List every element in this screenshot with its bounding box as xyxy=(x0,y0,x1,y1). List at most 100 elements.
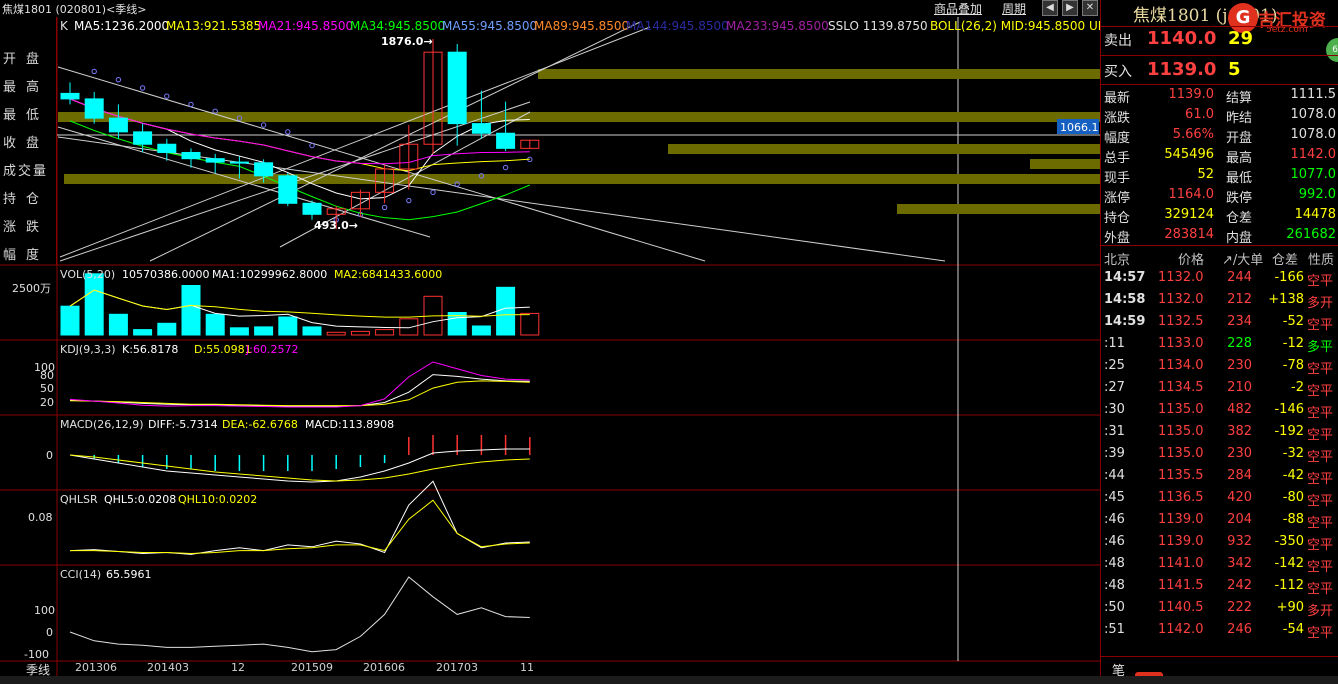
kdj-j-line xyxy=(69,361,530,408)
stat-value: 1077.0 xyxy=(1290,167,1337,182)
x-label: 201606 xyxy=(363,661,405,674)
volume-bar xyxy=(520,312,540,336)
trade-row[interactable]: :27 1134.5 210 -2 空平 xyxy=(1102,380,1338,402)
kdj-tick-50: 50 xyxy=(40,382,54,395)
trade-oi-change: -54 xyxy=(1282,622,1304,637)
trade-oi-change: -52 xyxy=(1282,314,1304,329)
volume-bar xyxy=(157,322,177,336)
trade-price: 1135.5 xyxy=(1158,468,1204,483)
candle-body xyxy=(181,151,201,160)
trade-type: 空平 xyxy=(1307,560,1334,575)
sell-label: 卖出 xyxy=(1104,33,1132,49)
trade-time: :25 xyxy=(1104,358,1125,373)
macd-dea-line xyxy=(69,454,530,482)
trade-type: 空平 xyxy=(1307,626,1334,641)
divider xyxy=(1100,26,1338,27)
macd-diff-line xyxy=(69,448,530,483)
trade-row[interactable]: :48 1141.5 242 -112 空平 xyxy=(1102,578,1338,600)
trade-price: 1141.5 xyxy=(1158,578,1204,593)
macd-diff: DIFF:-5.7314 xyxy=(148,418,218,431)
volume-bar xyxy=(302,326,322,336)
menu-period[interactable]: 周期 xyxy=(1002,0,1026,17)
trade-row[interactable]: 14:58 1132.0 212 +138 多开 xyxy=(1102,292,1338,314)
volume-bar xyxy=(326,331,346,336)
trade-time: :44 xyxy=(1104,468,1125,483)
trade-time: :30 xyxy=(1104,402,1125,417)
candle-body xyxy=(254,162,274,177)
trade-time: :48 xyxy=(1104,578,1125,593)
menu-commodity-overlay[interactable]: 商品叠加 xyxy=(934,0,982,17)
ma144-label: MA144:945.8500 xyxy=(626,19,729,33)
trade-type: 空平 xyxy=(1307,538,1334,553)
next-button[interactable]: ▶ xyxy=(1062,0,1078,16)
trade-price: 1141.0 xyxy=(1158,556,1204,571)
qhlsr-qhl5: QHL5:0.0208 xyxy=(104,493,176,506)
kline-chart[interactable]: K MA5:1236.2000 MA13:921.5385 MA21:945.8… xyxy=(0,17,1100,676)
stat-label: 内盘 xyxy=(1226,231,1253,246)
trade-row[interactable]: 14:59 1132.5 234 -52 空平 xyxy=(1102,314,1338,336)
trades-header-price: 价格 xyxy=(1178,253,1205,268)
trade-row[interactable]: :46 1139.0 932 -350 空平 xyxy=(1102,534,1338,556)
trade-price: 1135.0 xyxy=(1158,446,1204,461)
trade-row[interactable]: :48 1141.0 342 -142 空平 xyxy=(1102,556,1338,578)
cci-title: CCI(14) xyxy=(60,568,101,581)
trade-volume: 382 xyxy=(1227,424,1252,439)
stat-value: 992.0 xyxy=(1298,187,1336,202)
trade-time: :48 xyxy=(1104,556,1125,571)
trade-type: 空平 xyxy=(1307,274,1334,289)
vol-ma1: MA1:10299962.8000 xyxy=(212,268,327,281)
trade-price: 1136.5 xyxy=(1158,490,1204,505)
volume-bar xyxy=(133,329,153,336)
trade-row[interactable]: :44 1135.5 284 -42 空平 xyxy=(1102,468,1338,490)
stat-value: 545496 xyxy=(1164,147,1214,162)
trade-row[interactable]: :39 1135.0 230 -32 空平 xyxy=(1102,446,1338,468)
trade-price: 1142.0 xyxy=(1158,622,1204,637)
trade-row[interactable]: :45 1136.5 420 -80 空平 xyxy=(1102,490,1338,512)
volume-bar xyxy=(399,318,419,336)
close-button[interactable]: ✕ xyxy=(1082,0,1098,16)
volume-bar xyxy=(229,327,249,336)
sar-dot xyxy=(406,197,412,204)
trade-row[interactable]: 14:57 1132.0 244 -166 空平 xyxy=(1102,270,1338,292)
x-label: 11 xyxy=(520,661,534,674)
pressure-bands xyxy=(58,69,1100,214)
trade-oi-change: -42 xyxy=(1282,468,1304,483)
trade-row[interactable]: :25 1134.0 230 -78 空平 xyxy=(1102,358,1338,380)
candle-body xyxy=(471,123,491,134)
buy-volume: 5 xyxy=(1228,59,1241,80)
stat-value: 1078.0 xyxy=(1290,127,1337,142)
candle-body xyxy=(133,131,153,145)
window-title: 焦煤1801 (020801)<季线> xyxy=(2,3,147,16)
trade-row[interactable]: :31 1135.0 382 -192 空平 xyxy=(1102,424,1338,446)
trade-time: :51 xyxy=(1104,622,1125,637)
kdj-d-line xyxy=(69,380,530,407)
macd-bars xyxy=(69,435,531,483)
ma21-label: MA21:945.8500 xyxy=(258,19,353,33)
cci-tick-0: 0 xyxy=(46,626,53,639)
volume-bar xyxy=(60,305,80,336)
trade-row[interactable]: :30 1135.0 482 -146 空平 xyxy=(1102,402,1338,424)
sar-dot xyxy=(188,101,194,108)
trade-price: 1140.5 xyxy=(1158,600,1204,615)
candle-body xyxy=(447,51,467,125)
trade-volume: 246 xyxy=(1227,622,1252,637)
trade-row[interactable]: :46 1139.0 204 -88 空平 xyxy=(1102,512,1338,534)
trade-type: 空平 xyxy=(1307,494,1334,509)
stat-label: 涨停 xyxy=(1104,191,1131,206)
macd-tick-0: 0 xyxy=(46,449,53,462)
ma233-label: MA233:945.8500 xyxy=(726,19,829,33)
high-annotation: 1876.0→ xyxy=(381,35,433,48)
trade-row[interactable]: :50 1140.5 222 +90 多开 xyxy=(1102,600,1338,622)
ma5-label: MA5:1236.2000 xyxy=(74,19,169,33)
candle-body xyxy=(278,175,298,204)
trade-oi-change: -146 xyxy=(1274,402,1304,417)
candle-body xyxy=(157,143,177,153)
price-band xyxy=(64,174,1100,184)
prev-button[interactable]: ◀ xyxy=(1042,0,1058,16)
x-label: 201509 xyxy=(291,661,333,674)
macd-value: MACD:113.8908 xyxy=(305,418,394,431)
trade-row[interactable]: :51 1142.0 246 -54 空平 xyxy=(1102,622,1338,644)
k-label: K xyxy=(60,19,69,33)
trade-row[interactable]: :11 1133.0 228 -12 多平 xyxy=(1102,336,1338,358)
sar-dot xyxy=(91,68,97,75)
